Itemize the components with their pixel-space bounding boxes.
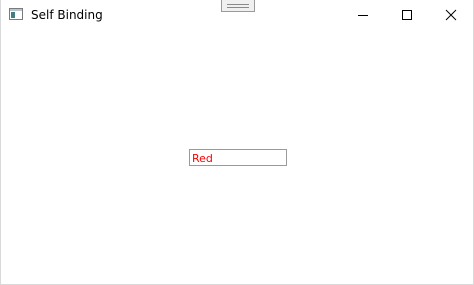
minimize-icon	[358, 15, 368, 16]
client-area	[1, 31, 473, 284]
window-title: Self Binding	[31, 8, 103, 22]
maximize-icon	[402, 10, 412, 20]
title-bar[interactable]: Self Binding	[1, 0, 473, 31]
close-button[interactable]	[429, 0, 473, 30]
window-app-icon	[9, 8, 23, 20]
maximize-button[interactable]	[385, 0, 429, 30]
title-grip-handle[interactable]	[221, 0, 255, 12]
color-textbox[interactable]	[189, 149, 287, 166]
close-icon	[445, 9, 457, 21]
app-window: Self Binding	[0, 0, 474, 285]
minimize-button[interactable]	[341, 0, 385, 30]
